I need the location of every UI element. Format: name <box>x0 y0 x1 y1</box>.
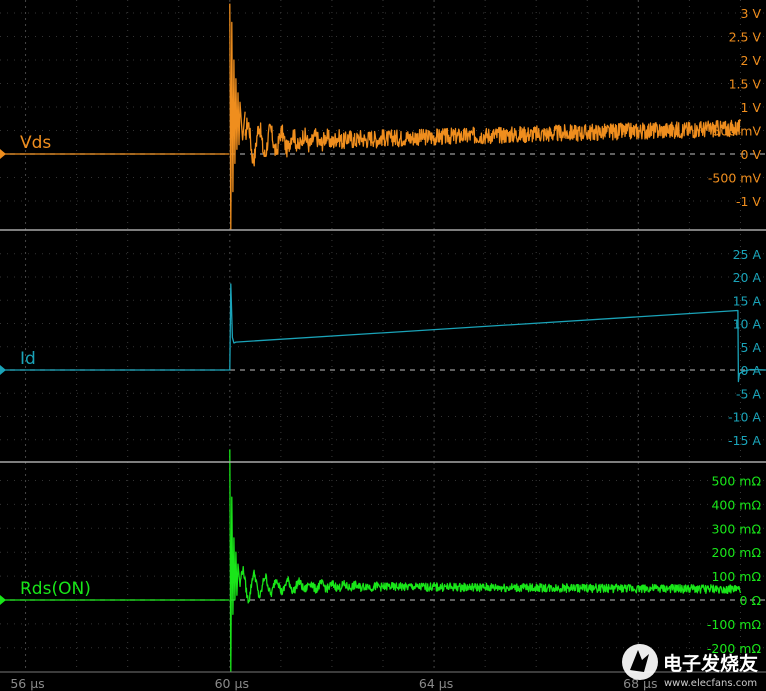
trace-rds-on- <box>229 449 241 673</box>
y-tick-label: 0 A <box>741 363 762 378</box>
y-tick-label: 3 V <box>741 6 762 21</box>
channel-name: Id <box>20 349 36 369</box>
chart-grid <box>0 0 766 672</box>
x-tick-label: 56 µs <box>10 676 44 691</box>
y-tick-label: -10 A <box>728 410 761 425</box>
chart-traces <box>0 3 766 673</box>
y-tick-label: 200 mΩ <box>711 545 761 560</box>
trace-rds-on- <box>239 565 742 604</box>
channel-name: Rds(ON) <box>20 579 91 599</box>
y-tick-label: 2 V <box>741 53 762 68</box>
y-tick-label: -100 mΩ <box>707 617 762 632</box>
y-tick-label: -5 A <box>736 386 761 401</box>
y-tick-label: 100 mΩ <box>711 569 761 584</box>
y-tick-label: 5 A <box>741 340 762 355</box>
x-tick-labels: 56 µs 60 µs 64 µs 68 µs <box>10 676 657 691</box>
watermark-url: www.elecfans.com <box>664 678 757 689</box>
y-tick-label: 500 mΩ <box>711 474 761 489</box>
trace-vds <box>229 3 246 230</box>
x-tick-label: 60 µs <box>215 676 249 691</box>
watermark-text: 电子发烧友 <box>663 652 758 675</box>
y-tick-label: -1 V <box>736 194 761 209</box>
channel-names: Vds Id Rds(ON) <box>20 133 91 599</box>
oscilloscope-chart: 3 V 2.5 V 2 V 1.5 V 1 V 500 mV 0 V -500 mV -1 V 2… <box>0 0 766 691</box>
y-tick-label: 25 A <box>733 247 762 262</box>
y-tick-label: 10 A <box>733 317 762 332</box>
zero-level-lines <box>0 149 766 605</box>
y-tick-label: 500 mV <box>712 124 761 139</box>
y-tick-label: 400 mΩ <box>711 497 761 512</box>
y-tick-label: -500 mV <box>708 171 762 186</box>
x-tick-label: 64 µs <box>419 676 453 691</box>
y-tick-label: 15 A <box>733 293 762 308</box>
y-tick-label: 2.5 V <box>729 30 762 45</box>
y-tick-label: 20 A <box>733 270 762 285</box>
y-tick-label: 1 V <box>741 100 762 115</box>
y-tick-label: 0 V <box>741 147 762 162</box>
trace-vds <box>244 117 742 167</box>
y-tick-label: 1.5 V <box>729 77 762 92</box>
y-tick-labels: 3 V 2.5 V 2 V 1.5 V 1 V 500 mV 0 V -500 mV -1 V 2… <box>707 6 762 656</box>
y-tick-label: 300 mΩ <box>711 521 761 536</box>
channel-name: Vds <box>20 133 51 153</box>
y-tick-label: -15 A <box>728 433 761 448</box>
y-tick-label: 0 Ω <box>740 593 762 608</box>
